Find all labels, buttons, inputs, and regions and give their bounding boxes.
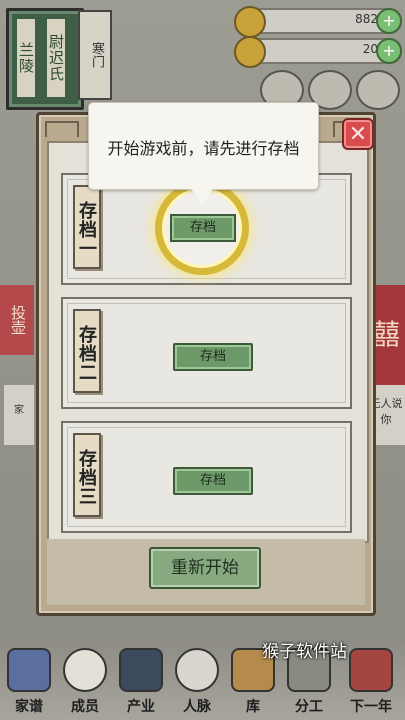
save-slot-2[interactable]: 存档二 存档 (61, 297, 352, 409)
close-icon[interactable]: ✕ (342, 118, 374, 150)
nav-item-members[interactable]: 成员 (58, 648, 112, 716)
family-name-label: 兰陵 (17, 19, 35, 97)
watermark: 猴子软件站 (262, 642, 347, 662)
nav-item-industry[interactable]: 产业 (114, 648, 168, 716)
tab-icon-3[interactable] (356, 70, 400, 110)
save-button[interactable]: 存档 (173, 467, 253, 495)
nav-label: 下一年 (350, 699, 392, 715)
save-slot-3[interactable]: 存档三 存档 (61, 421, 352, 533)
left-card[interactable]: 家 (4, 385, 34, 445)
nav-label: 成员 (71, 699, 99, 715)
add-gold-button[interactable]: + (376, 38, 402, 64)
person-icon (63, 648, 107, 692)
nav-item-network[interactable]: 人脉 (170, 648, 224, 716)
nav-label: 分工 (295, 699, 323, 715)
add-currency-button[interactable]: + (376, 8, 402, 34)
clan-name-label: 尉迟氏 (47, 19, 65, 97)
save-button-highlighted[interactable]: 存档 (170, 214, 236, 242)
slot-label: 存档二 (73, 309, 101, 393)
tutorial-tooltip: 开始游戏前，请先进行存档 (88, 102, 319, 190)
fret-decoration (45, 121, 79, 137)
next-year-icon (349, 648, 393, 692)
family-book[interactable]: 兰陵 尉迟氏 (6, 8, 84, 110)
save-button[interactable]: 存档 (173, 343, 253, 371)
nav-item-next-year[interactable]: 下一年 (340, 648, 402, 716)
left-banner[interactable]: 投壶 (0, 285, 34, 355)
currency-value: 882 (355, 12, 378, 26)
scroll-icon (7, 648, 51, 692)
gold-bar: 20 + (234, 36, 402, 68)
nav-label: 库 (246, 699, 260, 715)
building-icon (119, 648, 163, 692)
status-label: 寒门 (78, 10, 112, 100)
nav-label: 家谱 (15, 699, 43, 715)
restart-area: 重新开始 (47, 539, 365, 605)
gold-icon (234, 36, 266, 68)
slot-label: 存档一 (73, 185, 101, 269)
slot-label: 存档三 (73, 433, 101, 517)
network-icon (175, 648, 219, 692)
tooltip-text: 开始游戏前，请先进行存档 (107, 139, 300, 158)
nav-label: 产业 (127, 699, 155, 715)
tooltip-tail (190, 187, 214, 205)
nav-item-genealogy[interactable]: 家谱 (2, 648, 56, 716)
currency-bar: 882 + (234, 6, 402, 38)
restart-button[interactable]: 重新开始 (149, 547, 261, 589)
coin-icon (234, 6, 266, 38)
nav-label: 人脉 (183, 699, 211, 715)
